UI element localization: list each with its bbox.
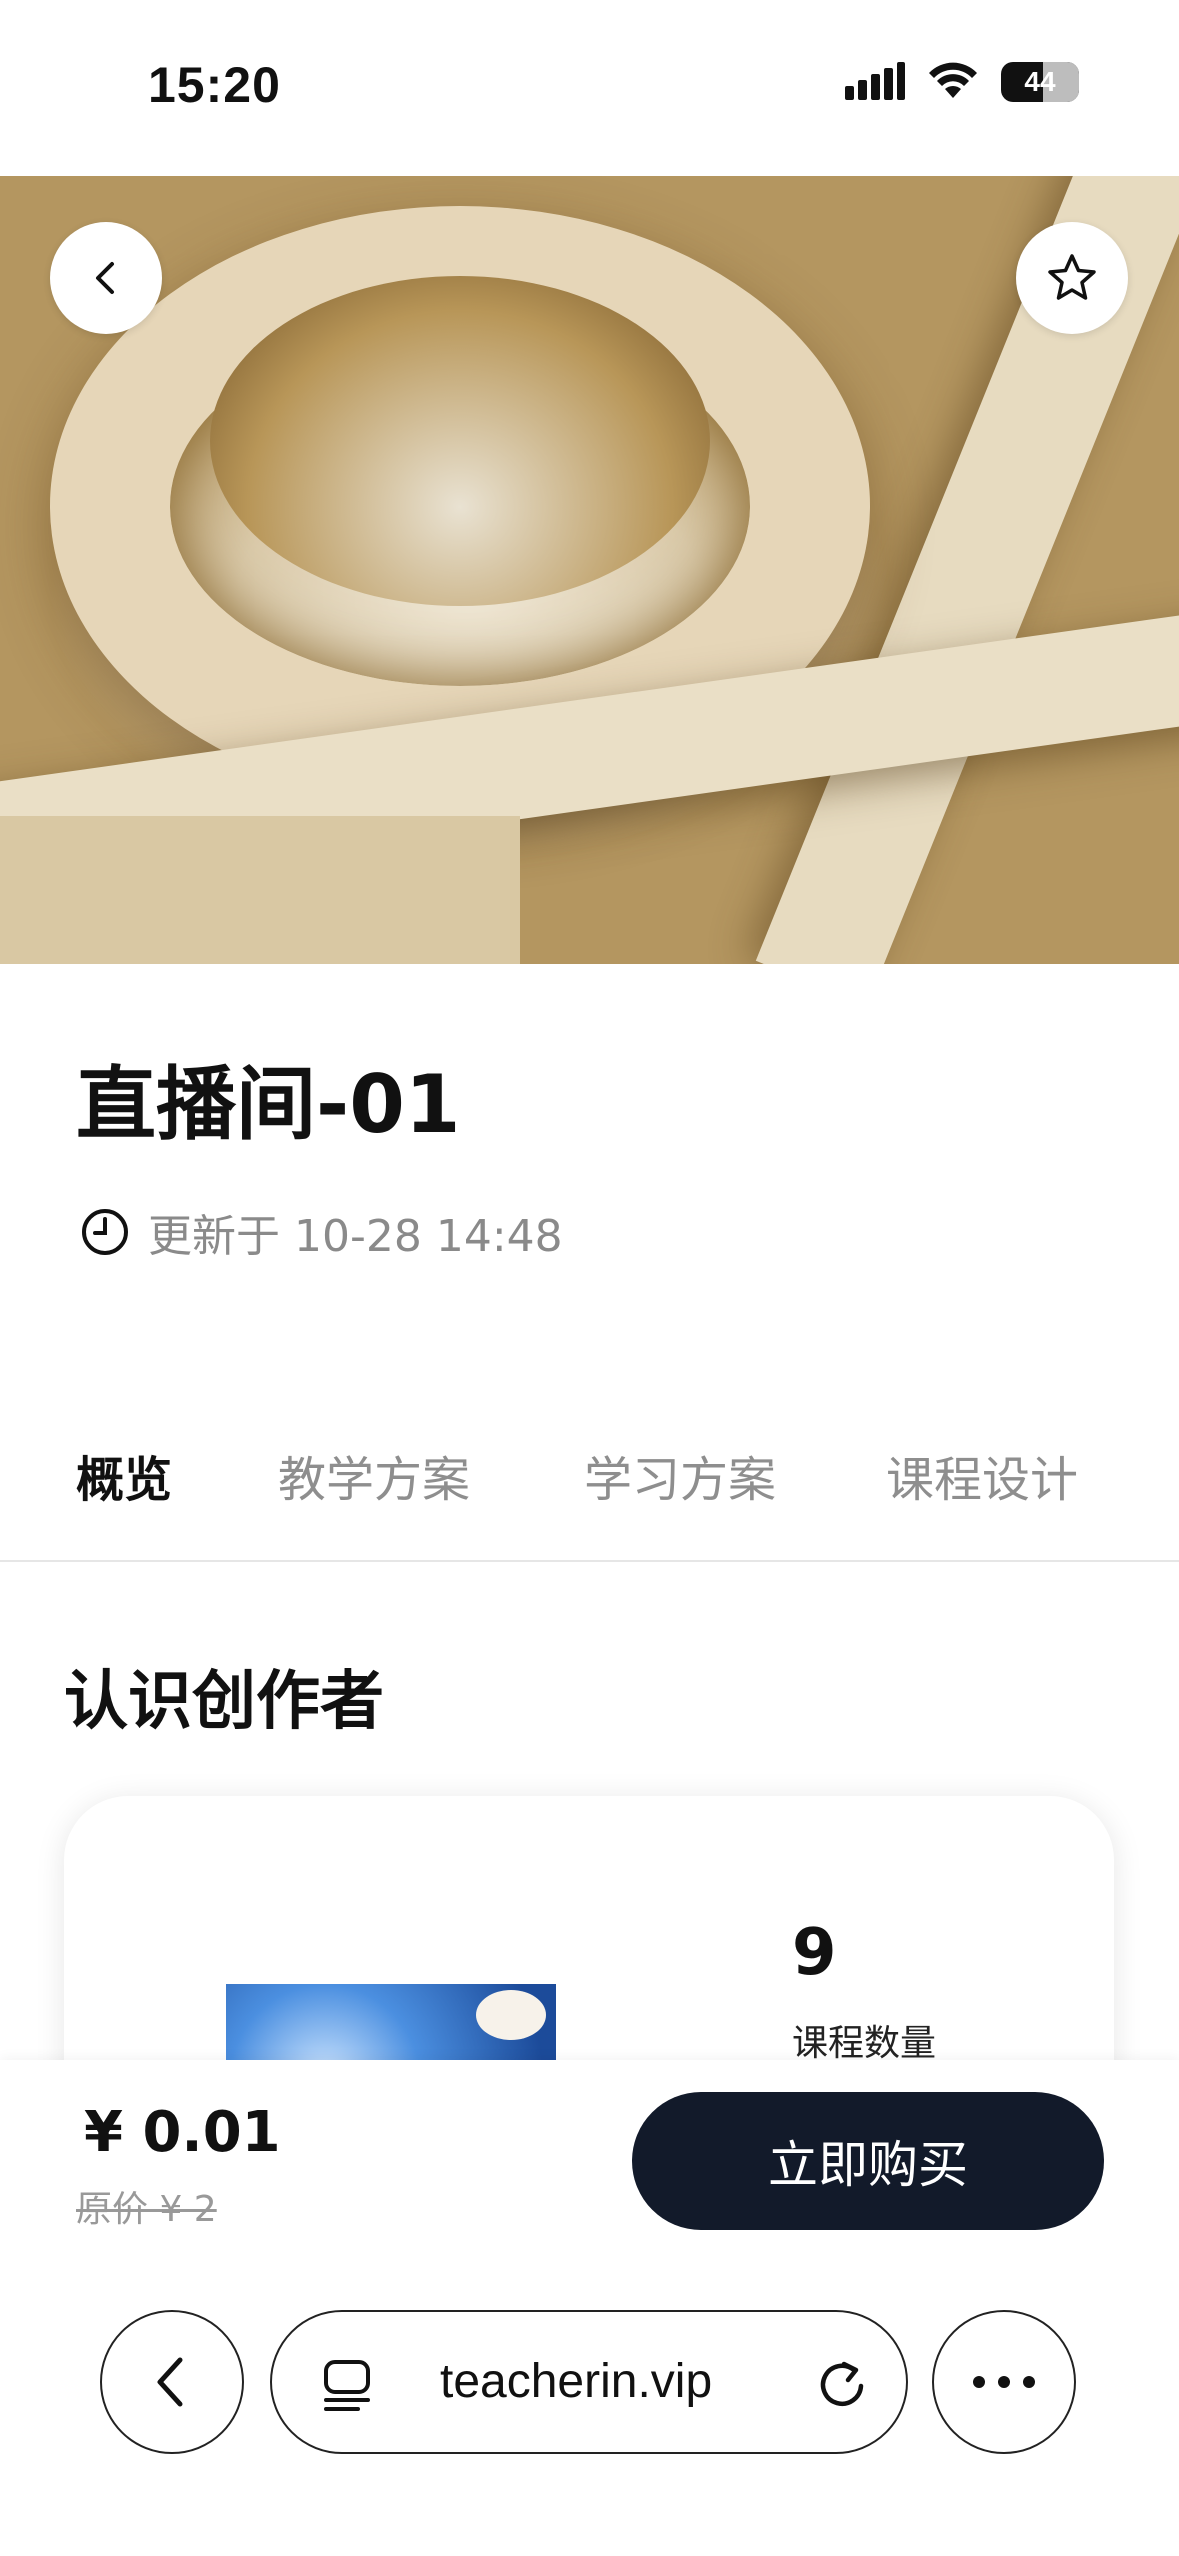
thumbnail-decoration — [476, 1990, 546, 2040]
course-cover-image — [0, 176, 1179, 964]
cover-decoration — [0, 816, 520, 964]
tab-course-design[interactable]: 课程设计 — [886, 1440, 1078, 1510]
chevron-left-icon — [157, 2357, 183, 2407]
tab-bar: 概览 教学方案 学习方案 课程设计 — [0, 1430, 1179, 1562]
buy-now-button[interactable]: 立即购买 — [632, 2092, 1104, 2230]
status-time: 15:20 — [148, 57, 281, 113]
reload-icon[interactable] — [814, 2356, 870, 2412]
favorite-button[interactable] — [1016, 222, 1128, 334]
cover-decoration — [210, 276, 710, 606]
tab-teaching-plan[interactable]: 教学方案 — [278, 1440, 470, 1510]
page-title: 直播间-01 — [76, 1058, 461, 1151]
chevron-left-icon — [96, 262, 114, 294]
updated-text: 更新于 10-28 14:48 — [148, 1211, 563, 1262]
price: ¥ 0.01 — [84, 2100, 281, 2165]
section-title: 认识创作者 — [64, 1665, 384, 1739]
tab-overview[interactable]: 概览 — [76, 1440, 172, 1510]
tab-learning-plan[interactable]: 学习方案 — [584, 1440, 776, 1510]
browser-back-button[interactable] — [100, 2310, 244, 2454]
more-icon — [973, 2376, 1035, 2388]
course-count-value: 9 — [792, 1916, 837, 1990]
battery-icon: 44 — [1001, 62, 1079, 102]
status-icons: 44 — [843, 62, 1079, 102]
course-count-label: 课程数量 — [792, 2023, 937, 2064]
more-options-button[interactable] — [932, 2310, 1076, 2454]
battery-indicator: 44 — [1001, 62, 1079, 102]
cellular-signal-icon — [845, 62, 905, 100]
updated-info: 更新于 10-28 14:48 — [80, 1200, 563, 1264]
star-icon — [1048, 254, 1096, 300]
clock-icon — [82, 1209, 128, 1255]
address-bar[interactable]: teacherin.vip — [270, 2310, 908, 2454]
purchase-bar: ¥ 0.01 原价 ¥ 2 立即购买 — [0, 2060, 1179, 2556]
back-button[interactable] — [50, 222, 162, 334]
url-text: teacherin.vip — [440, 2355, 713, 2408]
wifi-icon — [929, 62, 977, 98]
tabs-icon — [324, 2360, 370, 2411]
battery-level: 44 — [1024, 66, 1056, 97]
original-price: 原价 ¥ 2 — [76, 2189, 217, 2230]
status-bar: 15:20 44 — [0, 0, 1179, 176]
